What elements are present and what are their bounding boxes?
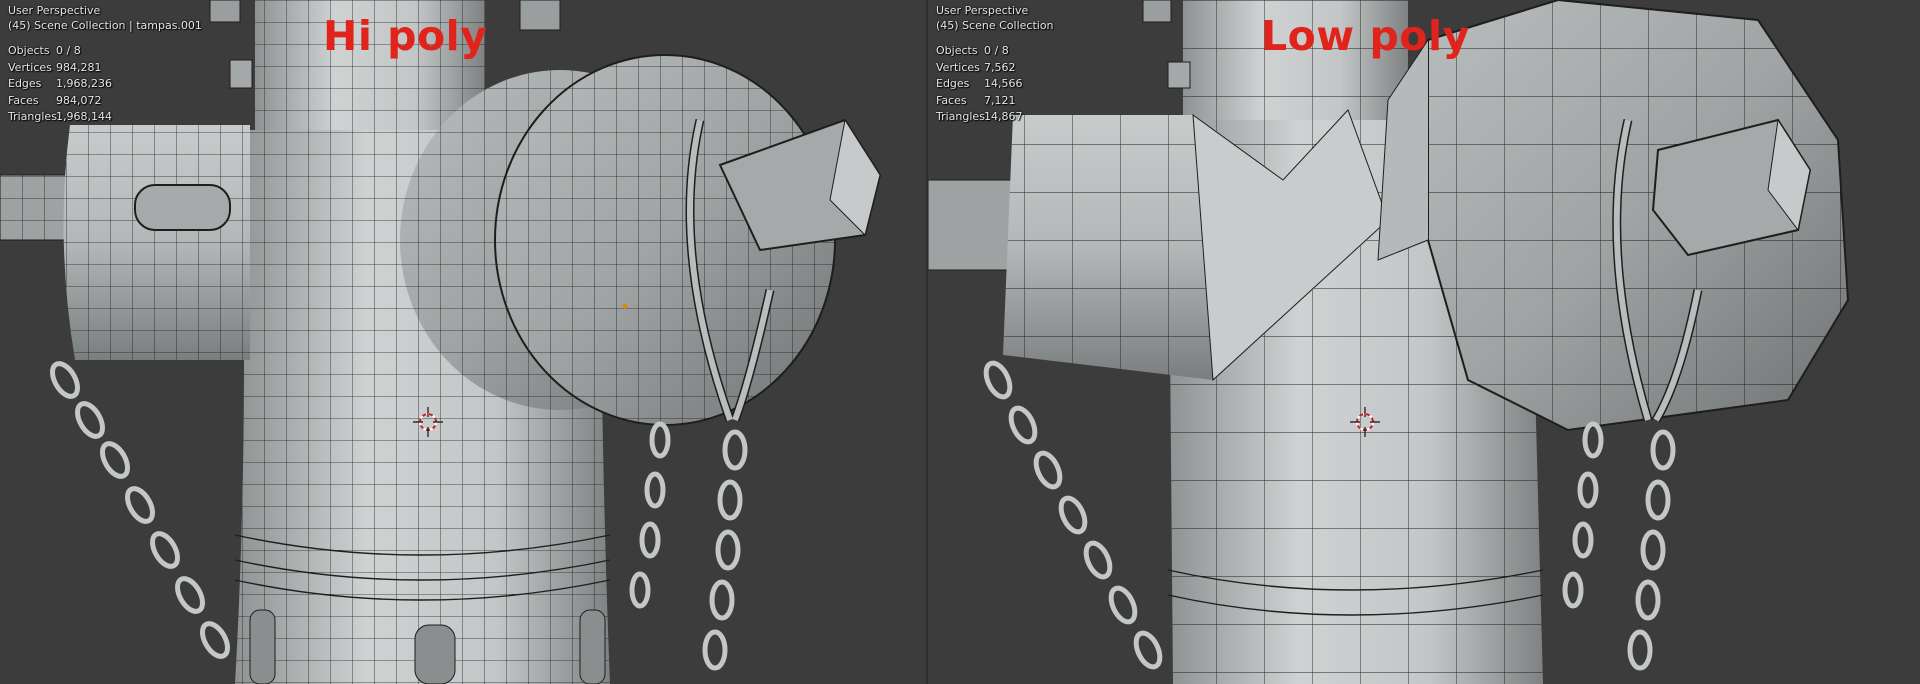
overlay-title-low-poly: Low poly xyxy=(1261,12,1470,60)
3d-cursor-icon[interactable] xyxy=(413,407,443,437)
stat-row-edges: Edges 1,968,236 xyxy=(8,77,112,90)
statistics-table: Objects 0 / 8 Vertices 984,281 Edges 1,9… xyxy=(8,43,202,126)
stat-row-vertices: Vertices 984,281 xyxy=(8,60,102,74)
stat-row-faces: Faces 984,072 xyxy=(8,93,102,107)
scene-collection-label: (45) Scene Collection | tampas.001 xyxy=(8,19,202,32)
stat-row-faces: Faces 7,121 xyxy=(936,93,1016,107)
viewport-low-poly[interactable]: User Perspective (45) Scene Collection O… xyxy=(928,0,1920,684)
viewport-hi-poly[interactable]: User Perspective (45) Scene Collection |… xyxy=(0,0,928,684)
stat-row-vertices: Vertices 7,562 xyxy=(936,60,1016,74)
overlay-title-hi-poly: Hi poly xyxy=(323,12,488,60)
stat-row-edges: Edges 14,566 xyxy=(936,77,1023,90)
statistics-table: Objects 0 / 8 Vertices 7,562 Edges 14,56… xyxy=(936,43,1054,126)
viewport-info-overlay: User Perspective (45) Scene Collection O… xyxy=(936,3,1054,126)
stat-row-objects: Objects 0 / 8 xyxy=(936,44,1009,57)
view-perspective-label: User Perspective xyxy=(8,4,101,17)
scene-collection-label: (45) Scene Collection xyxy=(936,19,1054,32)
view-perspective-label: User Perspective xyxy=(936,4,1029,17)
3d-cursor-icon[interactable] xyxy=(1350,407,1380,437)
stat-row-triangles: Triangles 14,867 xyxy=(936,110,1023,123)
stat-row-objects: Objects 0 / 8 xyxy=(8,44,81,57)
hydrant-mesh-low[interactable] xyxy=(928,0,1920,684)
stat-row-triangles: Triangles 1,968,144 xyxy=(8,110,112,123)
viewport-info-overlay: User Perspective (45) Scene Collection |… xyxy=(8,3,202,126)
